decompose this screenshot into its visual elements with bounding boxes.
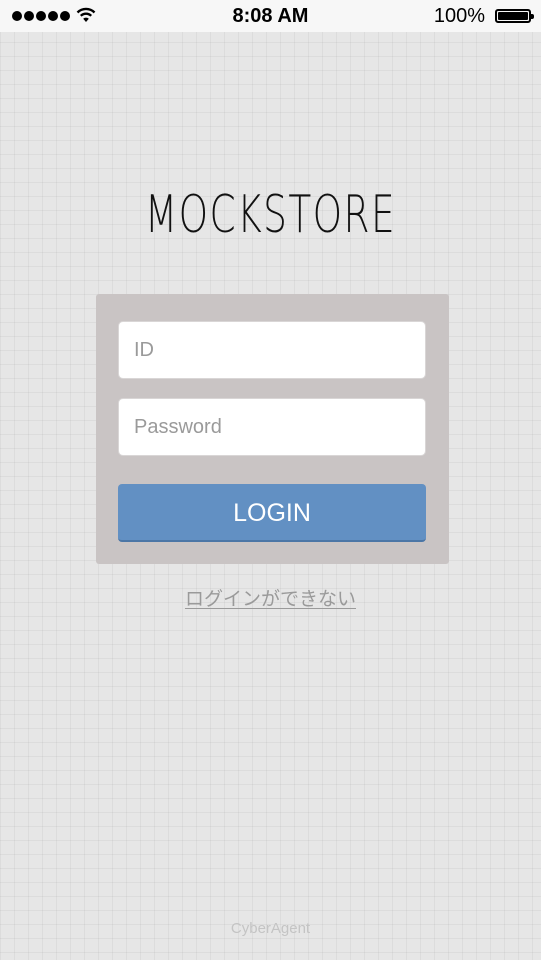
id-input[interactable]	[119, 322, 425, 378]
id-field-container	[118, 321, 426, 379]
footer-brand: CyberAgent	[230, 920, 311, 937]
login-panel: LOGIN	[96, 294, 449, 564]
password-field-container	[118, 398, 426, 456]
cannot-login-link[interactable]: ログインができない	[185, 588, 356, 610]
login-button[interactable]: LOGIN	[118, 484, 426, 542]
app-logo: MOCKSTORE	[144, 185, 397, 245]
forgot-link-container: ログインができない	[0, 584, 541, 611]
battery-icon	[495, 9, 534, 23]
status-bar: 8:08 AM 100%	[0, 0, 541, 32]
battery-percent: 100%	[433, 5, 485, 27]
password-input[interactable]	[119, 399, 425, 455]
